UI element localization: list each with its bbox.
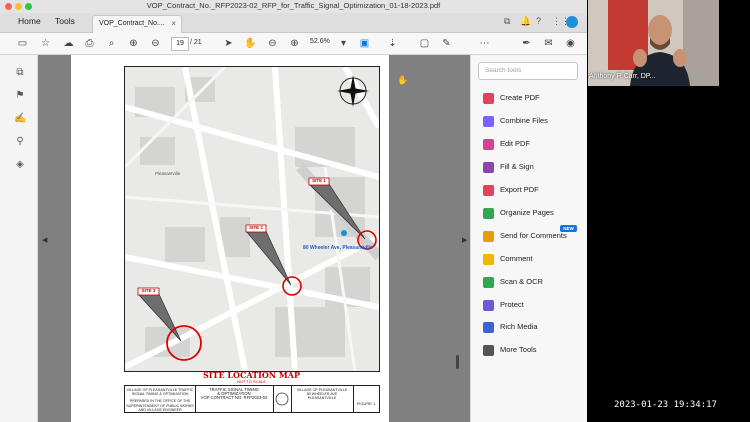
share-icon[interactable]: ⧉ <box>504 16 510 27</box>
search-tools-placeholder: Search tools <box>485 67 522 74</box>
zoom-out-icon[interactable]: ⊖ <box>266 37 279 50</box>
zoom-in-icon[interactable]: ⊕ <box>288 37 301 50</box>
tool-label: Create PDF <box>500 93 540 102</box>
recording-timestamp: 2023-01-23 19:34:17 <box>614 400 717 410</box>
tool-label: Protect <box>500 300 524 309</box>
comment-tool-icon <box>483 254 494 265</box>
title-block-left: VILLAGE OF PLEASANTVILLE TRAFFIC SIGNAL … <box>125 386 196 412</box>
more-options-icon[interactable]: ⋯ <box>478 37 491 50</box>
tab-home[interactable]: Home <box>18 16 41 26</box>
edit-pdf-icon <box>483 139 494 150</box>
tool-label: Fill & Sign <box>500 162 534 171</box>
close-tab-icon[interactable]: × <box>171 19 176 28</box>
page-number-input[interactable]: 19 <box>171 37 189 51</box>
hand-tool-icon[interactable]: ✋ <box>244 37 257 50</box>
tool-label: Rich Media <box>500 322 538 331</box>
title-bar: VOP_Contract_No._RFP2023-02_RFP_for_Traf… <box>0 0 587 14</box>
collapse-right-icon[interactable]: ▶ <box>462 236 467 244</box>
participant-name: Anthony R Carr, DP... <box>589 73 656 80</box>
scroll-mode-icon[interactable]: ⇣ <box>386 37 399 50</box>
create-pdf-icon <box>483 93 494 104</box>
more-tools-icon <box>483 345 494 356</box>
title-block-middle: TRAFFIC SIGNAL TIMING & OPTIMIZATION VOP… <box>195 386 274 412</box>
site-1-label: SITE 1 <box>312 178 326 183</box>
tool-label: Export PDF <box>500 185 539 194</box>
tool-label: Scan & OCR <box>500 277 543 286</box>
next-page-icon[interactable]: ⊖ <box>149 37 162 50</box>
tool-label: Edit PDF <box>500 139 531 148</box>
fill-sign-icon <box>483 162 494 173</box>
export-pdf-icon <box>483 185 494 196</box>
bookmark-star-icon[interactable]: ☆ <box>39 37 52 50</box>
acrobat-window: VOP_Contract_No._RFP2023-02_RFP_for_Traf… <box>0 0 587 422</box>
window-title: VOP_Contract_No._RFP2023-02_RFP_for_Traf… <box>146 1 441 10</box>
prev-page-icon[interactable]: ⊕ <box>127 37 140 50</box>
tab-document[interactable]: VOP_Contract_No.... × <box>92 15 182 33</box>
map-drawing <box>125 67 379 371</box>
title-block-right: VILLAGE OF PLEASANTVILLE 80 WHEELER AVE … <box>291 386 354 412</box>
sign-icon[interactable]: ✒ <box>520 37 533 50</box>
map-title-strip: SITE LOCATION MAP NOT TO SCALE <box>124 370 379 386</box>
zoom-level[interactable]: 52.6% <box>310 38 330 45</box>
account-avatar[interactable] <box>566 16 578 28</box>
location-label: 80 Wheeler Ave, Pleasantville <box>303 245 373 251</box>
help-icon[interactable]: ? <box>536 16 541 26</box>
zoom-search-icon[interactable]: ⌕ <box>105 37 118 50</box>
page-fit-icon[interactable]: ▣ <box>358 37 371 50</box>
attachments-icon[interactable]: ⚲ <box>14 136 26 148</box>
village-seal <box>273 386 292 412</box>
site-2-label: SITE 2 <box>249 225 263 230</box>
pen-icon[interactable]: ✎ <box>440 37 453 50</box>
site-map: SITE 1 SITE 2 SITE 3 80 Wheeler Ave, Ple… <box>124 66 380 372</box>
site-3-label: SITE 3 <box>141 288 156 293</box>
save-icon[interactable]: ▭ <box>16 37 29 50</box>
email-icon[interactable]: ✉ <box>542 37 555 50</box>
layers-icon[interactable]: ◈ <box>14 159 26 171</box>
new-badge: NEW <box>560 225 577 232</box>
tool-label: Organize Pages <box>500 208 554 217</box>
town-label: Pleasantville <box>155 171 181 176</box>
protect-shield-icon <box>483 300 494 311</box>
signatures-icon[interactable]: ✍ <box>14 113 26 125</box>
document-tab-label: VOP_Contract_No.... <box>99 20 165 27</box>
search-tools-input[interactable]: Search tools <box>478 62 578 80</box>
bookmarks-icon[interactable]: ⚑ <box>14 90 26 102</box>
tool-label: More Tools <box>500 345 537 354</box>
figure-number: FIGURE 1 <box>356 401 376 406</box>
comment-icon[interactable]: ▢ <box>418 37 431 50</box>
notifications-icon[interactable]: 🔔 <box>520 16 531 27</box>
main-toolbar: ▭ ☆ ☁ ⎙ ⌕ ⊕ ⊖ 19 / 21 ➤ ✋ ⊖ ⊕ 52.6% ▾ ▣ … <box>0 33 587 55</box>
page-thumbnails-icon[interactable]: ⧉ <box>14 67 26 79</box>
combine-files-icon <box>483 116 494 127</box>
hand-cursor-icon: ✋ <box>397 75 409 85</box>
rich-media-icon <box>483 322 494 333</box>
left-navigation-rail: ⧉ ⚑ ✍ ⚲ ◈ <box>0 55 38 422</box>
send-for-comments-icon <box>483 231 494 242</box>
select-cursor-icon[interactable]: ➤ <box>222 37 235 50</box>
tool-label: Combine Files <box>500 116 548 125</box>
tab-bar: Home Tools VOP_Contract_No.... × ⧉ 🔔 ? ⋮… <box>0 13 587 33</box>
tab-tools[interactable]: Tools <box>55 16 75 26</box>
tool-label: Send for Comments <box>500 231 567 240</box>
zoom-dropdown-icon[interactable]: ▾ <box>337 37 350 50</box>
upload-cloud-icon[interactable]: ☁ <box>62 37 75 50</box>
drawing-title-block: VILLAGE OF PLEASANTVILLE TRAFFIC SIGNAL … <box>124 385 380 413</box>
vertical-scrollbar[interactable] <box>456 355 459 369</box>
collapse-left-icon[interactable]: ◀ <box>42 236 47 244</box>
scale-note: NOT TO SCALE <box>236 379 267 384</box>
organize-pages-icon <box>483 208 494 219</box>
scan-ocr-icon <box>483 277 494 288</box>
print-icon[interactable]: ⎙ <box>83 37 96 50</box>
page-total: / 21 <box>190 39 202 46</box>
tool-label: Comment <box>500 254 533 263</box>
user-icon[interactable]: ◉ <box>564 37 577 50</box>
